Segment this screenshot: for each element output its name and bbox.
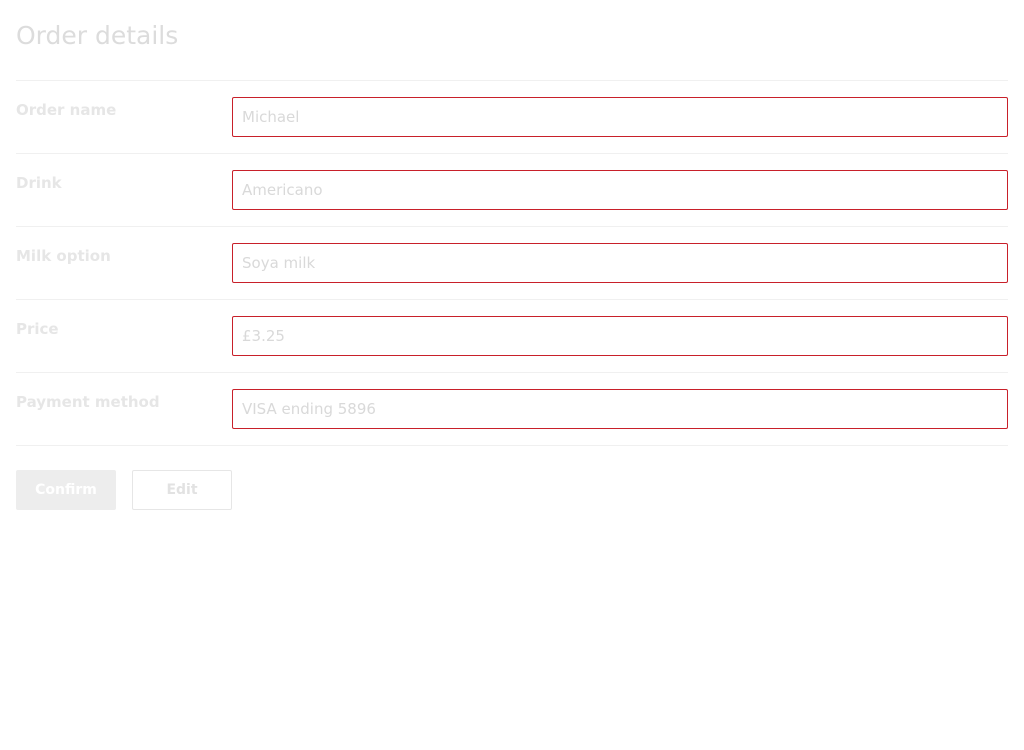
payment-method-field[interactable] <box>232 389 1008 429</box>
order-name-field[interactable] <box>232 97 1008 137</box>
order-details-form: Order name Drink Milk option Price Payme… <box>16 80 1008 446</box>
form-row-price: Price <box>16 300 1008 373</box>
price-field[interactable] <box>232 316 1008 356</box>
page-title: Order details <box>16 21 179 50</box>
confirm-button[interactable]: Confirm <box>16 470 116 510</box>
milk-option-field[interactable] <box>232 243 1008 283</box>
drink-field[interactable] <box>232 170 1008 210</box>
price-label: Price <box>16 320 59 338</box>
drink-label: Drink <box>16 174 62 192</box>
order-details-page: Order details Order name Drink Milk opti… <box>0 0 1024 750</box>
order-name-label: Order name <box>16 101 117 119</box>
payment-method-label: Payment method <box>16 393 160 411</box>
form-row-payment-method: Payment method <box>16 373 1008 446</box>
form-row-drink: Drink <box>16 154 1008 227</box>
edit-button[interactable]: Edit <box>132 470 232 510</box>
form-row-order-name: Order name <box>16 81 1008 154</box>
milk-option-label: Milk option <box>16 247 111 265</box>
form-row-milk-option: Milk option <box>16 227 1008 300</box>
